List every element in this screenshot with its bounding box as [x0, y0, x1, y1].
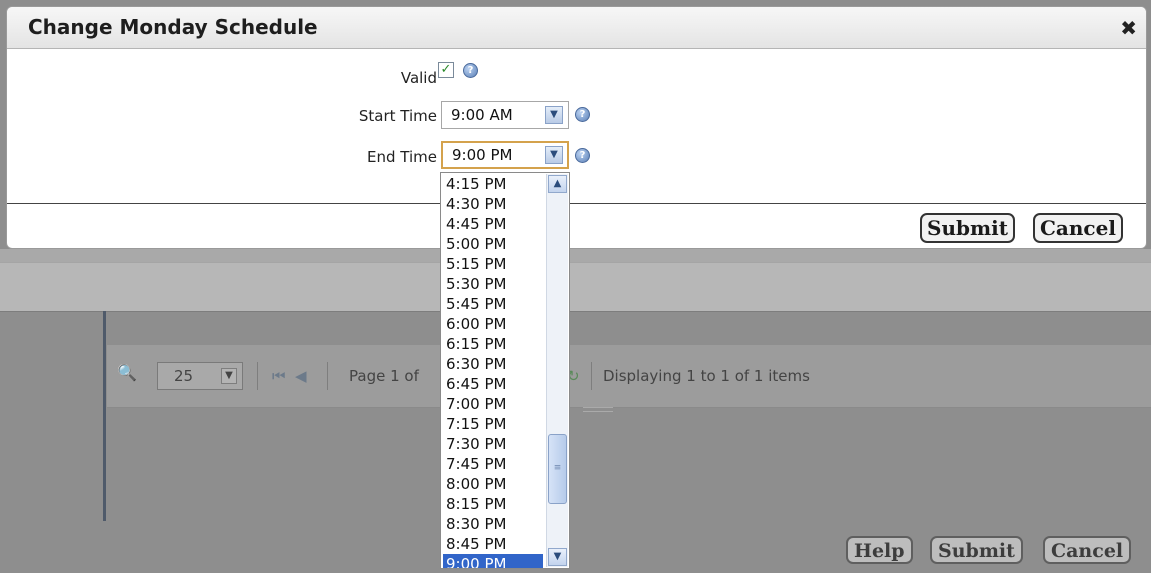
- search-icon[interactable]: 🔍: [117, 363, 137, 382]
- bg-submit-button[interactable]: Submit: [930, 536, 1023, 564]
- dropdown-option[interactable]: 5:00 PM: [443, 234, 543, 254]
- separator: [257, 362, 258, 390]
- page-size-select[interactable]: 25 ▼: [157, 362, 243, 390]
- scroll-thumb[interactable]: ≡: [548, 434, 567, 504]
- dropdown-option[interactable]: 7:15 PM: [443, 414, 543, 434]
- chevron-down-icon: ▼: [221, 368, 237, 384]
- background-toolbar: Help Submit Cancel: [0, 262, 1151, 564]
- background-sidebar: [103, 311, 106, 521]
- help-icon[interactable]: ?: [575, 148, 590, 163]
- valid-label: Valid: [400, 69, 437, 87]
- submit-button[interactable]: Submit: [920, 213, 1015, 243]
- separator: [327, 362, 328, 390]
- display-count-text: Displaying 1 to 1 of 1 items: [603, 367, 810, 385]
- end-time-label: End Time: [367, 148, 437, 166]
- dropdown-option[interactable]: 8:30 PM: [443, 514, 543, 534]
- bg-cancel-button[interactable]: Cancel: [1043, 536, 1132, 564]
- valid-checkbox[interactable]: ✓: [438, 62, 454, 78]
- dropdown-option[interactable]: 5:15 PM: [443, 254, 543, 274]
- scroll-up-icon[interactable]: ▲: [548, 175, 567, 193]
- dropdown-option[interactable]: 9:00 PM: [443, 554, 543, 568]
- scroll-down-icon[interactable]: ▼: [548, 548, 567, 566]
- chevron-down-icon: ▼: [545, 106, 563, 124]
- dropdown-option[interactable]: 8:00 PM: [443, 474, 543, 494]
- dropdown-option[interactable]: 5:45 PM: [443, 294, 543, 314]
- dialog-titlebar: Change Monday Schedule ✖: [7, 7, 1146, 49]
- page-text: Page 1 of: [349, 367, 419, 385]
- dropdown-scrollbar[interactable]: ▲ ≡ ▼: [546, 174, 568, 567]
- background-strip: [0, 249, 1151, 262]
- dropdown-option[interactable]: 8:45 PM: [443, 534, 543, 554]
- dropdown-option[interactable]: 7:45 PM: [443, 454, 543, 474]
- bg-help-button[interactable]: Help: [846, 536, 913, 564]
- first-page-icon[interactable]: ⏮: [272, 367, 286, 385]
- dropdown-option[interactable]: 7:00 PM: [443, 394, 543, 414]
- dropdown-option[interactable]: 4:45 PM: [443, 214, 543, 234]
- resize-handle[interactable]: [583, 407, 613, 412]
- dialog-divider: [7, 203, 1146, 204]
- dropdown-option[interactable]: 6:15 PM: [443, 334, 543, 354]
- dropdown-option[interactable]: 5:30 PM: [443, 274, 543, 294]
- help-icon[interactable]: ?: [575, 107, 590, 122]
- pagination-bar: 🔍 25 ▼ ⏮ ◀ Page 1 of ↻ Displaying 1 to 1…: [107, 345, 1151, 408]
- start-time-label: Start Time: [358, 107, 437, 125]
- start-time-select[interactable]: 9:00 AM ▼: [441, 101, 569, 129]
- end-time-select[interactable]: 9:00 PM ▼: [441, 141, 569, 169]
- chevron-down-icon: ▼: [545, 146, 563, 164]
- close-icon[interactable]: ✖: [1120, 16, 1137, 40]
- cancel-button[interactable]: Cancel: [1033, 213, 1123, 243]
- start-time-value: 9:00 AM: [451, 106, 513, 124]
- prev-page-icon[interactable]: ◀: [295, 367, 307, 385]
- end-time-value: 9:00 PM: [452, 146, 513, 164]
- dropdown-option[interactable]: 6:30 PM: [443, 354, 543, 374]
- dropdown-option[interactable]: 4:30 PM: [443, 194, 543, 214]
- dropdown-option[interactable]: 8:15 PM: [443, 494, 543, 514]
- page-size-value: 25: [174, 367, 194, 385]
- dropdown-option[interactable]: 4:15 PM: [443, 174, 543, 194]
- dropdown-option[interactable]: 6:00 PM: [443, 314, 543, 334]
- help-icon[interactable]: ?: [463, 63, 478, 78]
- dropdown-option[interactable]: 6:45 PM: [443, 374, 543, 394]
- separator: [591, 362, 592, 390]
- change-schedule-dialog: Change Monday Schedule ✖ Valid ✓ ? Start…: [6, 6, 1147, 249]
- end-time-dropdown-list[interactable]: 4:15 PM 4:30 PM 4:45 PM 5:00 PM 5:15 PM 5:30 …: [440, 172, 570, 569]
- dropdown-option[interactable]: 7:30 PM: [443, 434, 543, 454]
- dialog-title: Change Monday Schedule: [28, 15, 318, 39]
